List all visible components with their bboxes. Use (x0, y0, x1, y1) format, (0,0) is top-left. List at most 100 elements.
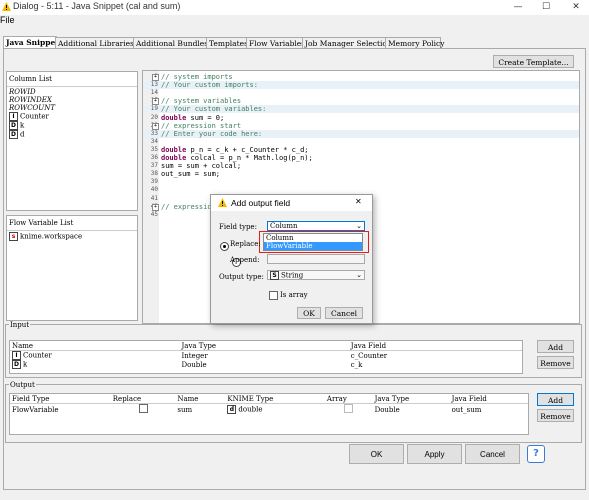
output-type-select[interactable]: S String ⌄ (267, 270, 365, 280)
append-input[interactable] (267, 254, 365, 264)
dialog-warning-icon (218, 198, 227, 207)
column-list-item[interactable]: Dk (9, 121, 135, 130)
help-button[interactable]: ? (527, 445, 545, 463)
java-field-cell: c_Counter (350, 351, 388, 360)
column-list-item[interactable]: I Counter (9, 112, 135, 121)
replace-radio[interactable] (220, 241, 229, 251)
field-type-select[interactable]: Column ⌄ (267, 221, 365, 231)
code-line: 35 double p_n = c_k + c_Counter * c_d; (143, 146, 579, 154)
code-text: sum = sum + colcal; (161, 162, 242, 171)
column-name: k (20, 121, 25, 130)
append-label: Append: (230, 256, 260, 264)
column-list-title: Column List (7, 72, 137, 87)
field-type-label: Field type: (219, 223, 257, 231)
dialog-title: Add output field (231, 198, 291, 208)
replace-label: Replace: (230, 240, 261, 248)
table-row[interactable]: FlowVariable sum d double Double out_sum (10, 404, 528, 416)
knime-type: double (238, 405, 263, 414)
input-table: Name Java Type Java Field I Counter Integer c_… (9, 340, 523, 374)
output-type-label: Output type: (219, 273, 264, 281)
dialog-close-button[interactable]: ✕ (355, 197, 362, 206)
ok-button[interactable]: OK (349, 444, 404, 464)
fold-toggle-icon[interactable]: + (152, 98, 159, 106)
code-line: 38 out_sum = sum; (143, 170, 579, 178)
code-text: // Enter your code here: (161, 129, 263, 138)
name-cell: sum (177, 405, 193, 414)
column-header[interactable]: KNIME Type (225, 394, 325, 404)
table-row[interactable]: Dk Double c_k (10, 360, 522, 369)
column-name: ROWCOUNT (9, 104, 55, 112)
column-name: ROWID (9, 88, 36, 96)
code-line: 14 (143, 89, 579, 97)
create-template-button[interactable]: Create Template... (493, 55, 574, 68)
code-text: double sum = 0; (161, 113, 225, 122)
chevron-down-icon: ⌄ (356, 271, 362, 279)
column-header[interactable]: Name (175, 394, 226, 404)
column-header[interactable]: Field Type (10, 394, 111, 404)
code-line: 20 double sum = 0; (143, 114, 579, 122)
input-name-cell: I Counter (10, 351, 179, 360)
code-text: // system variables (161, 97, 242, 106)
line-number: 33 (150, 129, 158, 137)
apply-button[interactable]: Apply (407, 444, 462, 464)
line-number: 38 (150, 170, 158, 178)
window-title: Dialog - 5:11 - Java Snippet (cal and su… (13, 1, 181, 11)
column-header[interactable]: Replace (110, 394, 176, 404)
column-header[interactable]: Java Type (372, 394, 450, 404)
column-list-item[interactable]: ROWID (9, 88, 135, 96)
close-button[interactable]: ✕ (566, 0, 586, 14)
column-list-item[interactable]: ROWCOUNT (9, 104, 135, 112)
input-name: Counter (23, 351, 52, 360)
fold-toggle-icon[interactable]: + (152, 203, 159, 211)
replace-cell (111, 404, 176, 416)
code-line: 34 (143, 138, 579, 146)
column-header[interactable]: Array (324, 394, 373, 404)
column-type-icon: I (9, 112, 18, 121)
fold-toggle-icon[interactable]: + (152, 122, 159, 130)
option-column[interactable]: Column (264, 234, 362, 242)
line-number: 35 (150, 145, 158, 153)
add-output-field-dialog: Add output field ✕ Field type: Column ⌄ … (210, 194, 373, 324)
maximize-button[interactable]: ☐ (536, 0, 556, 14)
dialog-ok-button[interactable]: OK (297, 307, 321, 319)
column-header[interactable]: Java Field (449, 394, 528, 404)
flow-variable-name: knime.workspace (20, 232, 83, 241)
array-cell (325, 404, 373, 416)
double-type-icon: d (227, 405, 237, 414)
code-line: 33// Enter your code here: (143, 129, 579, 138)
fold-toggle-icon[interactable]: + (152, 74, 159, 81)
code-line: 37 sum = sum + colcal; (143, 162, 579, 170)
chevron-down-icon: ⌄ (356, 222, 362, 230)
line-number: 36 (150, 154, 158, 161)
replace-checkbox[interactable] (138, 404, 148, 413)
menu-file[interactable]: File (0, 15, 15, 25)
output-table: Field Type Replace Name KNIME Type Array Java… (9, 393, 529, 435)
code-line: 19// Your custom variables: (143, 105, 579, 114)
output-add-button[interactable]: Add (537, 393, 574, 406)
output-remove-button[interactable]: Remove (537, 409, 574, 422)
code-line: 13// Your custom imports: (143, 81, 579, 90)
dialog-title-bar: Add output field ✕ (211, 195, 372, 211)
java-type-cell: Double (181, 360, 207, 369)
option-flowvariable[interactable]: FlowVariable (264, 242, 362, 250)
column-list-panel: Column List ROWID ROWINDEX ROWCOUNT I Counte… (6, 71, 138, 211)
input-add-button[interactable]: Add (537, 340, 574, 353)
flow-variable-item[interactable]: s knime.workspace (9, 232, 135, 241)
input-remove-button[interactable]: Remove (537, 356, 574, 369)
cancel-button[interactable]: Cancel (465, 444, 520, 464)
code-text: double p_n = c_k + c_Counter * c_d; (161, 145, 309, 154)
table-row[interactable]: I Counter Integer c_Counter (10, 351, 522, 360)
code-text: // expression start (161, 121, 242, 130)
column-list-item[interactable]: ROWINDEX (9, 96, 135, 104)
column-list-item[interactable]: Dd (9, 130, 135, 139)
input-name-cell: Dk (10, 360, 179, 369)
column-header[interactable]: Name (10, 341, 180, 351)
column-header[interactable]: Java Type (179, 341, 349, 351)
is-array-checkbox[interactable] (269, 291, 278, 300)
dialog-cancel-button[interactable]: Cancel (325, 307, 363, 319)
column-header[interactable]: Java Field (348, 341, 522, 351)
minimize-button[interactable]: — (508, 0, 528, 14)
column-type-icon: D (12, 360, 21, 369)
column-type-icon: D (9, 130, 18, 139)
output-table-header: Field Type Replace Name KNIME Type Array Java… (10, 394, 528, 404)
